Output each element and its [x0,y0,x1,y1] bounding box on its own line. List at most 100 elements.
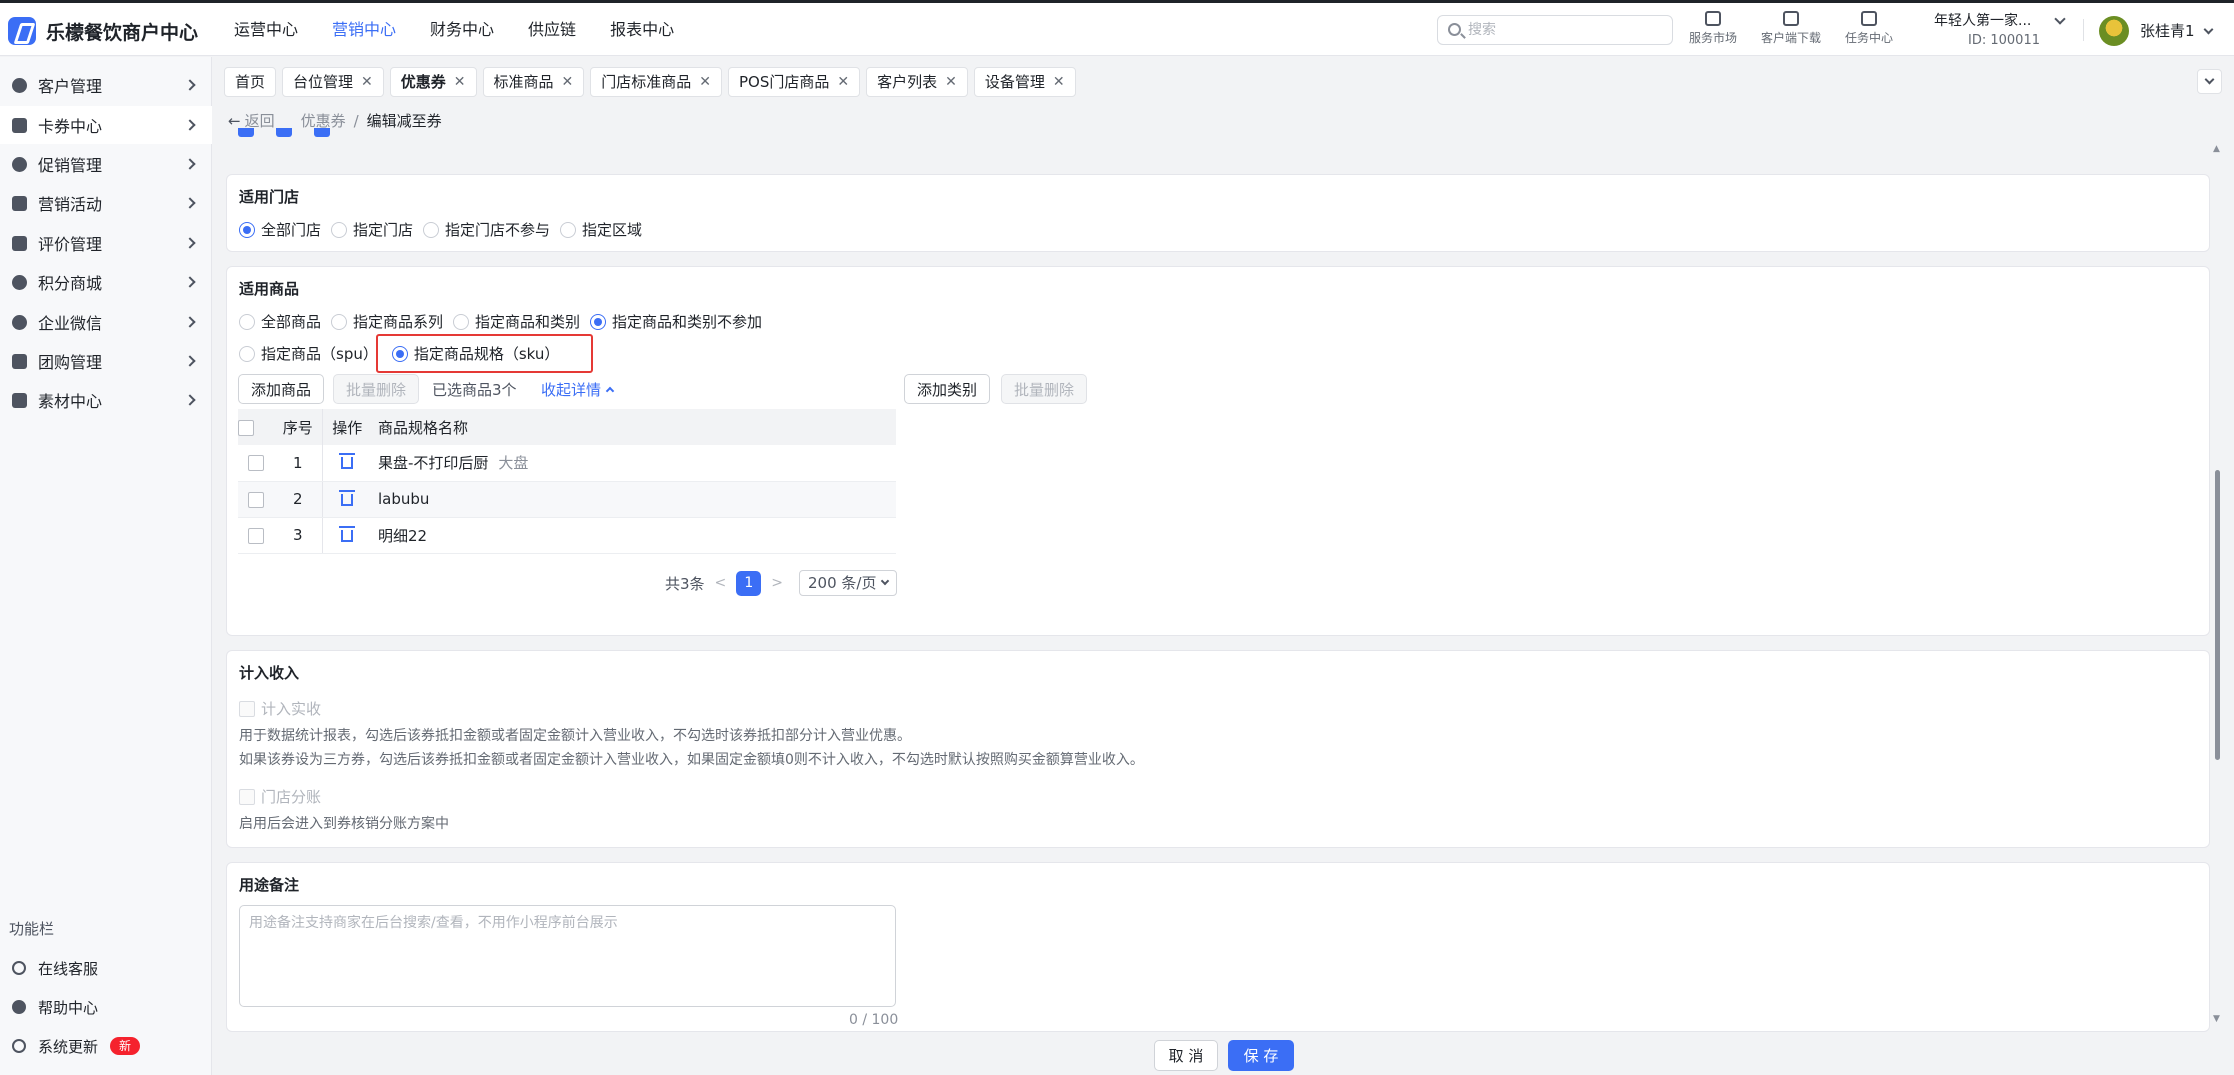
tab-label: 首页 [235,73,266,91]
count-as-revenue-checkbox[interactable]: 计入实收 [239,698,321,719]
next-page-button[interactable]: > [771,575,783,591]
row-checkbox[interactable] [248,527,264,544]
radio-goods-series[interactable]: 指定商品系列 [331,311,443,332]
remark-char-count: 0 / 100 [849,1012,899,1028]
nav-marketing[interactable]: 营销中心 [332,3,396,56]
scroll-down-arrow[interactable]: ▼ [2213,1014,2220,1024]
trash-icon[interactable] [339,453,356,470]
tab-coupons[interactable]: 优惠券 ✕ [389,67,477,97]
checkbox-label: 计入实收 [261,700,322,718]
tab-standard-goods[interactable]: 标准商品 ✕ [482,67,585,97]
scroll-up-arrow[interactable]: ▲ [2213,144,2220,154]
help-center-item[interactable]: 帮助中心 [0,992,212,1022]
nav-finance[interactable]: 财务中心 [430,3,494,56]
avatar[interactable] [2099,16,2129,46]
user-menu[interactable]: 张桂青1 [2140,20,2213,41]
client-download-button[interactable]: 客户端下载 [1754,11,1828,46]
selected-goods-table: 序号 操作 商品规格名称 1 果盘-不打印后厨 大盘 2 labubu 3 明细2… [238,409,896,554]
close-icon[interactable]: ✕ [1053,68,1065,96]
store-split-checkbox[interactable]: 门店分账 [239,786,321,807]
save-button[interactable]: 保 存 [1228,1040,1294,1071]
radio-all-stores[interactable]: 全部门店 [239,219,321,240]
radio-exclude-stores[interactable]: 指定门店不参与 [423,219,550,240]
chevron-up-icon [605,386,615,396]
nav-supply-chain[interactable]: 供应链 [528,3,576,56]
tab-home[interactable]: 首页 [224,67,277,97]
close-icon[interactable]: ✕ [562,68,574,96]
func-item-label: 系统更新 [38,1037,99,1056]
remark-textarea[interactable] [239,905,896,1007]
sidebar-item-wecom[interactable]: 企业微信 [0,303,212,341]
tab-device-management[interactable]: 设备管理 ✕ [973,67,1076,97]
row-checkbox[interactable] [248,455,264,472]
close-icon[interactable]: ✕ [361,68,373,96]
online-support-item[interactable]: 在线客服 [0,953,212,983]
radio-specific-region[interactable]: 指定区域 [560,219,642,240]
row-action-cell [322,481,372,518]
cancel-button[interactable]: 取 消 [1154,1040,1218,1071]
page-size-select[interactable]: 200 条/页 [799,570,898,596]
trash-icon[interactable] [339,489,356,506]
page-number-current[interactable]: 1 [736,570,762,596]
system-update-item[interactable]: 系统更新 新 [0,1031,212,1061]
close-icon[interactable]: ✕ [454,68,466,96]
header-divider [2083,19,2084,41]
scrollbar-thumb[interactable] [2215,470,2220,760]
app-logo[interactable]: 乐檬餐饮商户中心 [8,17,198,45]
batch-delete-goods-button[interactable]: 批量删除 [333,374,420,404]
add-goods-button[interactable]: 添加商品 [238,374,325,404]
row-name: 明细22 [378,526,428,545]
add-category-button[interactable]: 添加类别 [904,374,991,404]
sidebar-item-reviews[interactable]: 评价管理 [0,224,212,262]
nav-reports[interactable]: 报表中心 [610,3,674,56]
sidebar-item-promotions[interactable]: 促销管理 [0,145,212,183]
close-icon[interactable]: ✕ [699,68,711,96]
select-all-checkbox[interactable] [238,419,254,436]
radio-goods-spu[interactable]: 指定商品（spu） [239,343,378,364]
selected-goods-count: 已选商品3个 [432,381,517,399]
global-search[interactable] [1437,15,1673,45]
sidebar-item-materials[interactable]: 素材中心 [0,381,212,419]
section-title: 适用商品 [239,280,300,298]
row-checkbox-cell [238,445,274,482]
tabs-dropdown-button[interactable] [2197,69,2222,94]
search-input[interactable] [1468,20,1664,40]
stores-radio-group: 全部门店 指定门店 指定门店不参与 指定区域 [239,219,652,240]
batch-delete-category-button[interactable]: 批量删除 [1001,374,1088,404]
scrolled-checkbox-row [238,128,438,138]
checkbox[interactable] [276,128,292,137]
close-icon[interactable]: ✕ [945,68,957,96]
trash-icon[interactable] [339,525,356,542]
prev-page-button[interactable]: < [715,575,727,591]
gear-icon [12,156,27,172]
radio-label: 指定商品系列 [353,313,444,331]
radio-dot [239,345,255,362]
headset-icon [12,961,26,975]
applicable-stores-card: 适用门店 全部门店 指定门店 指定门店不参与 指定区域 [226,174,2210,252]
radio-all-goods[interactable]: 全部商品 [239,311,321,332]
tab-customer-list[interactable]: 客户列表 ✕ [866,67,968,97]
sidebar-item-campaigns[interactable]: 营销活动 [0,184,212,222]
sidebar-item-points-mall[interactable]: 积分商城 [0,263,212,301]
nav-operations[interactable]: 运营中心 [234,3,298,56]
tab-table-management[interactable]: 台位管理 ✕ [282,67,384,97]
radio-label: 指定区域 [582,221,643,239]
radio-specific-stores[interactable]: 指定门店 [331,219,413,240]
radio-goods-category-excluded[interactable]: 指定商品和类别不参加 [590,311,762,332]
tab-store-standard-goods[interactable]: 门店标准商品 ✕ [590,67,723,97]
checkbox[interactable] [238,128,254,137]
sidebar-item-group-buy[interactable]: 团购管理 [0,342,212,380]
sidebar-item-customers[interactable]: 客户管理 [0,66,212,104]
service-market-button[interactable]: 服务市场 [1676,11,1750,46]
merchant-switcher[interactable]: 年轻人第一家... ID: 100011 [1934,10,2066,48]
row-checkbox[interactable] [248,491,264,508]
collapse-details-link[interactable]: 收起详情 [541,379,615,400]
radio-goods-and-category[interactable]: 指定商品和类别 [453,311,580,332]
tab-pos-store-goods[interactable]: POS门店商品 ✕ [728,67,861,97]
close-icon[interactable]: ✕ [837,68,849,96]
sidebar-item-label: 营销活动 [38,195,103,214]
checkbox[interactable] [314,128,330,137]
task-center-button[interactable]: 任务中心 [1832,11,1906,46]
sidebar-item-coupons[interactable]: 卡券中心 [0,106,212,144]
income-card: 计入收入 计入实收 用于数据统计报表，勾选后该券抵扣金额或者固定金额计入营业收入… [226,650,2210,848]
